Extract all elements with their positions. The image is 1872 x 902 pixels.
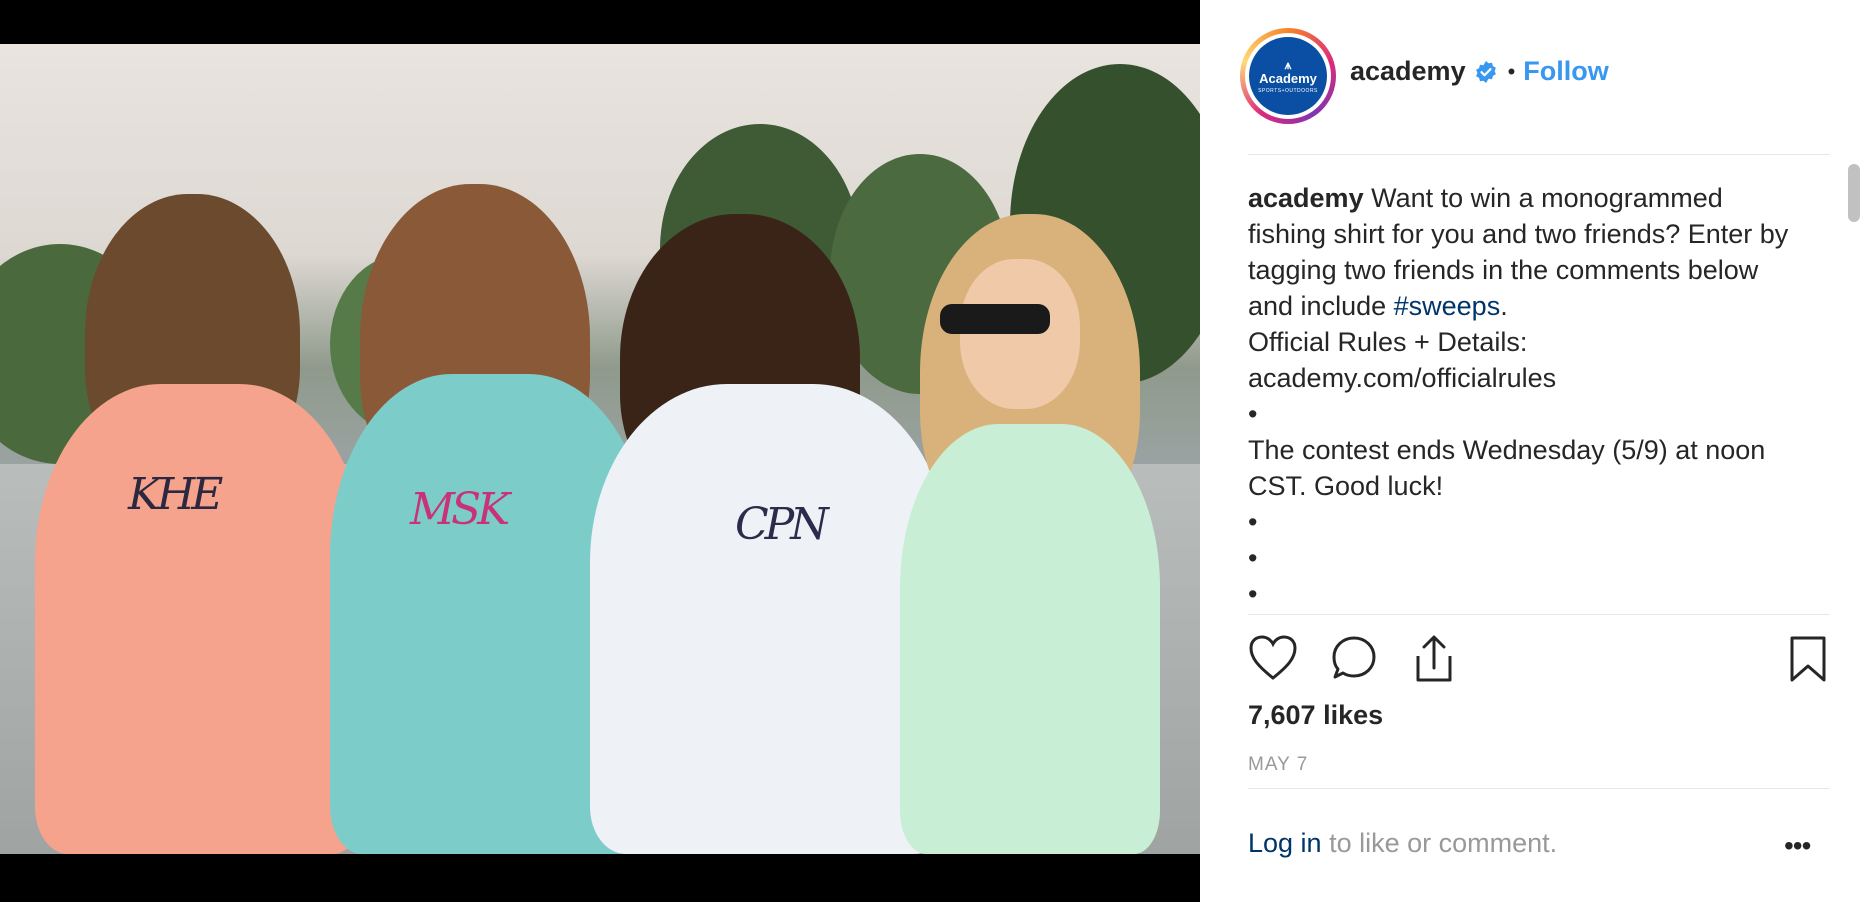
divider bbox=[1248, 788, 1830, 789]
bookmark-icon bbox=[1790, 636, 1826, 682]
sunglasses bbox=[940, 304, 1050, 334]
share-icon bbox=[1416, 635, 1452, 682]
verified-badge-icon bbox=[1474, 60, 1498, 84]
comment-icon bbox=[1332, 636, 1376, 679]
login-link[interactable]: Log in bbox=[1248, 828, 1322, 858]
post-header: academy • Follow bbox=[1350, 56, 1609, 87]
post-media: KHE MSK CPN bbox=[0, 0, 1200, 902]
username-link[interactable]: academy bbox=[1350, 56, 1466, 87]
monogram: KHE bbox=[128, 469, 223, 520]
monogram: CPN bbox=[735, 499, 829, 550]
post-date[interactable]: MAY 7 bbox=[1248, 754, 1308, 776]
divider bbox=[1248, 614, 1830, 615]
post-sidebar: ⩚ Academy SPORTS+OUTDOORS academy • Foll… bbox=[1200, 0, 1872, 902]
caption-bullet: • bbox=[1248, 399, 1258, 429]
caption-bullet: • bbox=[1248, 507, 1258, 537]
action-bar bbox=[1248, 634, 1832, 686]
follow-button[interactable]: Follow bbox=[1523, 56, 1608, 87]
divider bbox=[1248, 154, 1830, 155]
post-caption: academy Want to win a monogrammed fishin… bbox=[1248, 180, 1808, 610]
avatar[interactable]: ⩚ Academy SPORTS+OUTDOORS bbox=[1240, 28, 1336, 124]
hashtag-link[interactable]: #sweeps bbox=[1394, 291, 1501, 321]
share-button[interactable] bbox=[1410, 634, 1462, 686]
separator-dot: • bbox=[1507, 58, 1516, 84]
caption-bullet: • bbox=[1248, 543, 1258, 573]
shirt bbox=[35, 384, 365, 854]
caption-scrollbar[interactable] bbox=[1846, 158, 1862, 614]
like-count[interactable]: 7,607 likes bbox=[1248, 700, 1383, 731]
shirt bbox=[900, 424, 1160, 854]
caption-rules-line: Official Rules + Details: academy.com/of… bbox=[1248, 327, 1557, 393]
caption-bullet: • bbox=[1248, 579, 1258, 609]
academy-logo: ⩚ Academy SPORTS+OUTDOORS bbox=[1249, 37, 1327, 115]
post-photo[interactable]: KHE MSK CPN bbox=[0, 44, 1200, 854]
like-button[interactable] bbox=[1248, 634, 1300, 686]
monogram: MSK bbox=[410, 484, 510, 535]
login-prompt: Log in to like or comment. bbox=[1248, 828, 1558, 858]
save-button[interactable] bbox=[1786, 634, 1838, 686]
heart-icon bbox=[1249, 635, 1297, 680]
comment-button[interactable] bbox=[1330, 634, 1382, 686]
scrollbar-thumb[interactable] bbox=[1848, 164, 1860, 222]
shirt bbox=[590, 384, 950, 854]
face bbox=[960, 259, 1080, 409]
caption-contest-line: The contest ends Wednesday (5/9) at noon… bbox=[1248, 435, 1766, 501]
caption-username[interactable]: academy bbox=[1248, 183, 1364, 213]
more-options-icon[interactable]: ••• bbox=[1784, 832, 1811, 860]
